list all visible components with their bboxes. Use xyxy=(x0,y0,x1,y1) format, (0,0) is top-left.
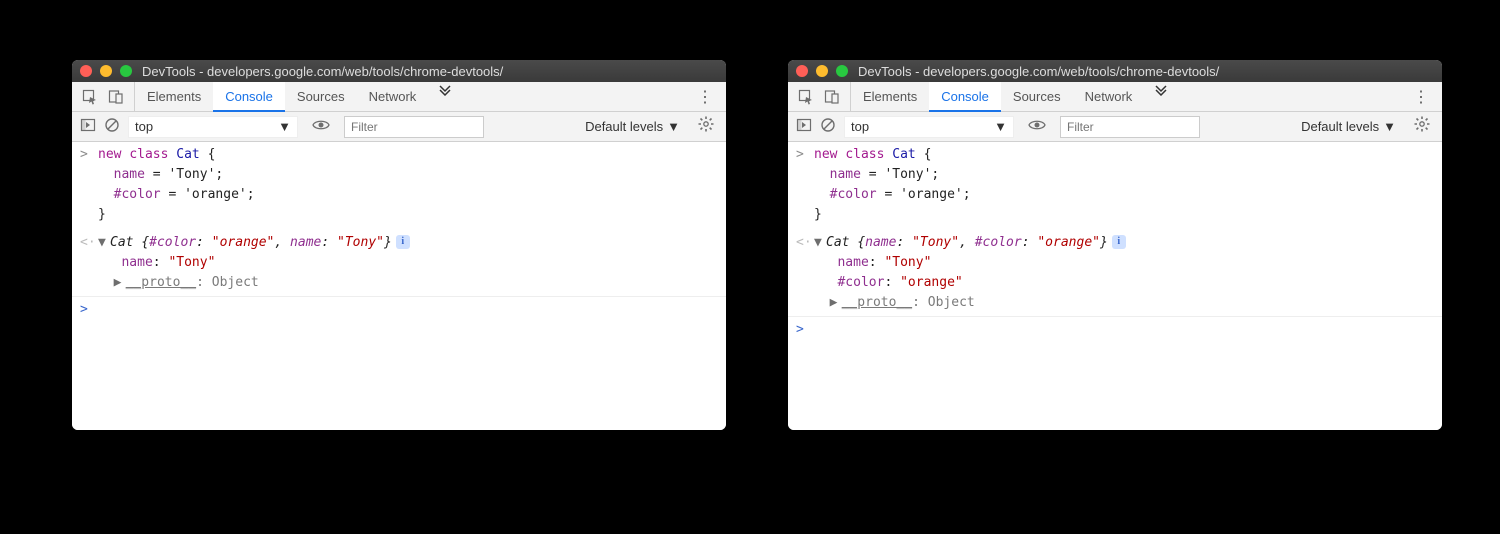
filter-input[interactable] xyxy=(1060,116,1200,138)
devtools-window-right: DevTools - developers.google.com/web/too… xyxy=(788,60,1442,430)
console-input-row: > new class Cat { name = 'Tony'; #color … xyxy=(72,142,726,230)
zoom-window-button[interactable] xyxy=(836,65,848,77)
console-prompt-row[interactable]: > xyxy=(72,297,726,324)
input-chevron-icon: > xyxy=(796,145,814,226)
expand-toggle-icon[interactable]: ▶ xyxy=(114,273,126,293)
live-expression-icon[interactable] xyxy=(1022,118,1052,135)
panel-tabbar: Elements Console Sources Network ⋮ xyxy=(72,82,726,112)
toggle-device-icon[interactable] xyxy=(108,89,124,105)
more-options-icon[interactable]: ⋮ xyxy=(1401,87,1442,107)
close-window-button[interactable] xyxy=(796,65,808,77)
console-output: ▼Cat {name: "Tony", #color: "orange"}i n… xyxy=(814,233,1434,314)
tabs-overflow-button[interactable] xyxy=(428,82,462,111)
console-input-row: > new class Cat { name = 'Tony'; #color … xyxy=(788,142,1442,230)
settings-icon[interactable] xyxy=(1410,116,1434,137)
console-output-row[interactable]: <· ▼Cat {#color: "orange", name: "Tony"}… xyxy=(72,230,726,297)
toggle-sidebar-icon[interactable] xyxy=(80,117,96,136)
tab-console[interactable]: Console xyxy=(929,82,1001,112)
window-controls xyxy=(796,65,848,77)
console-prompt-row[interactable]: > xyxy=(788,317,1442,344)
output-arrow-icon: <· xyxy=(80,233,98,293)
titlebar: DevTools - developers.google.com/web/too… xyxy=(72,60,726,82)
expand-toggle-icon[interactable]: ▶ xyxy=(830,293,842,313)
minimize-window-button[interactable] xyxy=(100,65,112,77)
clear-console-icon[interactable] xyxy=(104,117,120,136)
filter-input-wrapper xyxy=(344,116,484,138)
console-body[interactable]: > new class Cat { name = 'Tony'; #color … xyxy=(72,142,726,430)
dropdown-icon: ▼ xyxy=(278,119,291,134)
dropdown-icon: ▼ xyxy=(667,119,680,134)
tab-sources[interactable]: Sources xyxy=(285,82,357,111)
tab-console[interactable]: Console xyxy=(213,82,285,112)
filter-input-wrapper xyxy=(1060,116,1200,138)
window-title: DevTools - developers.google.com/web/too… xyxy=(142,64,503,79)
console-output: ▼Cat {#color: "orange", name: "Tony"}i n… xyxy=(98,233,718,293)
console-prompt[interactable] xyxy=(814,320,1434,340)
levels-label: Default levels xyxy=(585,119,663,134)
dropdown-icon: ▼ xyxy=(1383,119,1396,134)
devtools-window-left: DevTools - developers.google.com/web/too… xyxy=(72,60,726,430)
tabs-overflow-button[interactable] xyxy=(1144,82,1178,111)
expand-toggle-icon[interactable]: ▼ xyxy=(98,233,110,253)
toggle-device-icon[interactable] xyxy=(824,89,840,105)
info-icon[interactable]: i xyxy=(396,235,410,249)
tab-network[interactable]: Network xyxy=(357,82,429,111)
expand-toggle-icon[interactable]: ▼ xyxy=(814,233,826,253)
tab-network[interactable]: Network xyxy=(1073,82,1145,111)
settings-icon[interactable] xyxy=(694,116,718,137)
clear-console-icon[interactable] xyxy=(820,117,836,136)
tab-elements[interactable]: Elements xyxy=(135,82,213,111)
log-levels-selector[interactable]: Default levels ▼ xyxy=(579,119,686,134)
window-controls xyxy=(80,65,132,77)
panel-tabbar: Elements Console Sources Network ⋮ xyxy=(788,82,1442,112)
console-code: new class Cat { name = 'Tony'; #color = … xyxy=(98,145,718,226)
live-expression-icon[interactable] xyxy=(306,118,336,135)
context-selector[interactable]: top ▼ xyxy=(844,116,1014,138)
console-body[interactable]: > new class Cat { name = 'Tony'; #color … xyxy=(788,142,1442,430)
more-options-icon[interactable]: ⋮ xyxy=(685,87,726,107)
log-levels-selector[interactable]: Default levels ▼ xyxy=(1295,119,1402,134)
filter-input[interactable] xyxy=(344,116,484,138)
toggle-sidebar-icon[interactable] xyxy=(796,117,812,136)
console-toolbar: top ▼ Default levels ▼ xyxy=(788,112,1442,142)
tab-elements[interactable]: Elements xyxy=(851,82,929,111)
prompt-chevron-icon: > xyxy=(796,320,814,340)
levels-label: Default levels xyxy=(1301,119,1379,134)
zoom-window-button[interactable] xyxy=(120,65,132,77)
tab-sources[interactable]: Sources xyxy=(1001,82,1073,111)
inspect-element-icon[interactable] xyxy=(798,89,814,105)
console-code: new class Cat { name = 'Tony'; #color = … xyxy=(814,145,1434,226)
titlebar: DevTools - developers.google.com/web/too… xyxy=(788,60,1442,82)
context-label: top xyxy=(851,119,869,134)
info-icon[interactable]: i xyxy=(1112,235,1126,249)
context-selector[interactable]: top ▼ xyxy=(128,116,298,138)
console-prompt[interactable] xyxy=(98,300,718,320)
close-window-button[interactable] xyxy=(80,65,92,77)
window-title: DevTools - developers.google.com/web/too… xyxy=(858,64,1219,79)
context-label: top xyxy=(135,119,153,134)
console-toolbar: top ▼ Default levels ▼ xyxy=(72,112,726,142)
prompt-chevron-icon: > xyxy=(80,300,98,320)
minimize-window-button[interactable] xyxy=(816,65,828,77)
output-arrow-icon: <· xyxy=(796,233,814,314)
dropdown-icon: ▼ xyxy=(994,119,1007,134)
inspect-element-icon[interactable] xyxy=(82,89,98,105)
console-output-row[interactable]: <· ▼Cat {name: "Tony", #color: "orange"}… xyxy=(788,230,1442,318)
input-chevron-icon: > xyxy=(80,145,98,226)
